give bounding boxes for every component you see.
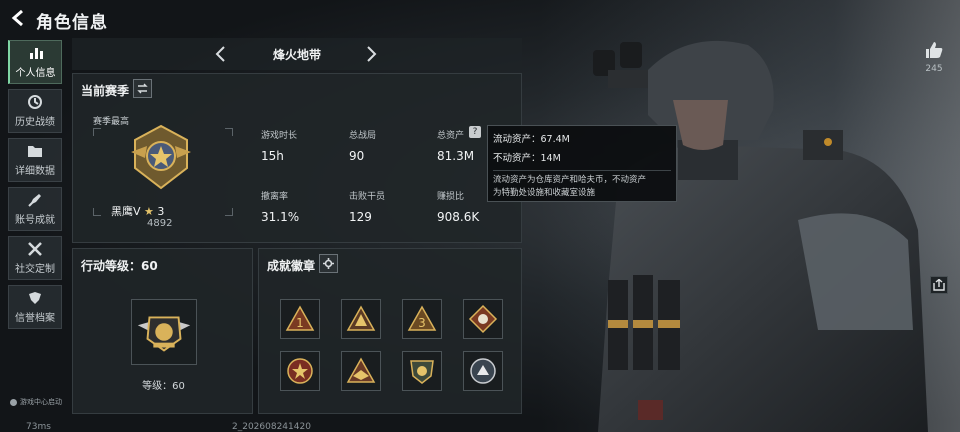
level-emblem-box [131,299,197,365]
tools-icon [28,242,42,256]
nav-item-profile[interactable]: 个人信息 [8,40,62,84]
rank-emblem-icon [131,124,191,190]
back-arrow-icon[interactable] [10,9,26,27]
top-bar: 角色信息 [0,0,960,38]
operator-model [593,40,928,432]
badge-star-icon[interactable] [280,351,320,391]
user-icon [10,398,17,406]
side-nav: 个人信息 历史战绩 详细数据 账号成就 社交定制 信誉档案 [8,40,64,334]
liquid-assets: 流动资产：67.4M [493,134,570,145]
stat-play-time: 游戏时长 15h [261,131,298,163]
nav-label: 个人信息 [15,68,56,79]
mode-switcher: 烽火地带 [72,38,522,70]
nav-label: 账号成就 [15,215,55,226]
level-emblem-icon [137,316,191,352]
nav-label: 历史战绩 [15,117,55,128]
season-panel: 当前赛季 赛季最高 黑鹰V ★ 3 4892 游戏时长 15h 总战局 90 总… [72,73,522,243]
share-button[interactable] [930,276,948,294]
bar-chart-icon [29,48,43,59]
badge-1-icon[interactable]: 1 [280,299,320,339]
session-id: 2_202608241420 [232,422,311,432]
gear-icon [323,258,334,269]
svg-text:1: 1 [296,316,304,330]
rocket-icon [28,194,41,207]
game-center-launch[interactable]: 游戏中心启动 [10,397,62,407]
achievement-panel: 成就徽章 1 3 [258,248,522,414]
nav-item-reputation[interactable]: 信誉档案 [8,285,62,329]
folder-icon [28,146,42,157]
page-title: 角色信息 [36,13,108,33]
badge-circle-icon[interactable] [463,351,503,391]
rank-name: 黑鹰V ★ 3 [111,205,165,218]
nav-item-history[interactable]: 历史战绩 [8,89,62,133]
nav-label: 社交定制 [15,264,55,275]
svg-text:3: 3 [418,316,426,330]
badge-3-icon[interactable]: 3 [402,299,442,339]
nav-item-social[interactable]: 社交定制 [8,236,62,280]
nav-item-details[interactable]: 详细数据 [8,138,62,182]
mode-title: 烽火地带 [272,48,321,62]
nav-label: 信誉档案 [15,313,55,324]
stat-total-matches: 总战局 90 [349,131,377,163]
rank-score: 4892 [147,218,173,229]
season-best-label: 赛季最高 [93,117,130,127]
history-clock-icon [28,95,42,109]
stat-profit-loss: 赚损比 908.6K [437,192,480,224]
stat-extraction-rate: 撤离率 31.1% [261,192,300,224]
shield-icon [29,292,41,304]
rank-star-icon: ★ [144,205,154,218]
level-panel: 行动等级：60 等级：60 [72,248,253,414]
achievement-settings-button[interactable] [319,254,338,273]
next-mode-icon[interactable] [362,44,380,64]
assets-description-1: 流动资产为仓库资产和哈夫币，不动资产 [493,175,647,185]
stat-operators-defeated: 击败干员 129 [349,192,386,224]
swap-icon [137,83,148,94]
badge-diamond-icon[interactable] [463,299,503,339]
assets-description-2: 为特勤处设施和收藏室设施 [493,188,596,198]
badge-eagle-icon[interactable] [341,351,381,391]
thumbs-up-icon[interactable] [924,40,944,60]
level-title: 行动等级：60 [81,259,158,273]
season-title: 当前赛季 [81,84,130,98]
game-center-label: 游戏中心启动 [20,398,62,406]
ping-readout: 73ms [26,422,51,432]
badge-wolf-icon[interactable] [341,299,381,339]
nav-label: 详细数据 [15,166,55,177]
assets-tooltip: 流动资产：67.4M 不动资产：14M 流动资产为仓库资产和哈夫币，不动资产 为… [487,125,677,202]
level-label: 等级：60 [142,381,185,392]
season-switch-button[interactable] [133,79,152,98]
fixed-assets: 不动资产：14M [493,153,561,164]
share-icon [933,279,945,291]
tooltip-divider [493,170,671,171]
achievement-title: 成就徽章 [267,259,316,273]
nav-item-achievements[interactable]: 账号成就 [8,187,62,231]
badge-shield-icon[interactable] [402,351,442,391]
assets-info-icon[interactable]: ? [469,126,481,138]
like-count: 245 [925,64,943,74]
